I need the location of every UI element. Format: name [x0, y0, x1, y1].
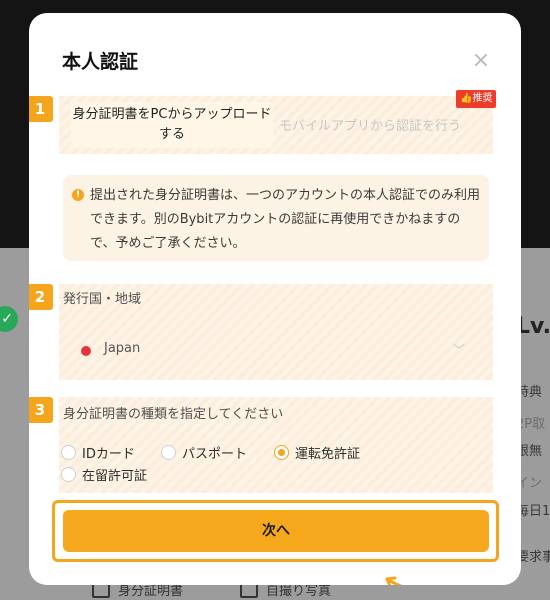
document-type-label: 身分証明書の種類を指定してください	[63, 407, 284, 422]
level-text: Lv.2	[516, 314, 550, 339]
modal-title: 本人認証	[62, 51, 139, 73]
step-1-number: 1	[29, 96, 53, 122]
tab-upload-pc[interactable]: 身分証明書をPCからアップロードする	[71, 102, 273, 148]
step-2-number: 2	[29, 284, 53, 310]
country-value: Japan	[104, 341, 141, 356]
close-icon[interactable]: ×	[469, 49, 493, 73]
country-section: 発行国・地域 Japan ﹀	[59, 284, 493, 380]
country-select[interactable]: Japan ﹀	[71, 328, 481, 372]
radio-circle-selected	[274, 445, 289, 460]
verification-modal: 本人認証 × 1 身分証明書をPCからアップロードする モバイルアプリから認証を…	[29, 13, 521, 585]
info-icon: !	[72, 189, 84, 201]
upload-method-tabs: 身分証明書をPCからアップロードする モバイルアプリから認証を行う	[59, 96, 493, 154]
chevron-down-icon: ﹀	[453, 343, 466, 357]
recommended-badge: 👍推奨	[456, 90, 497, 108]
notice-box: ! 提出された身分証明書は、一つのアカウントの本人認証でのみ利用できます。別のB…	[63, 175, 489, 261]
country-label: 発行国・地域	[63, 292, 142, 307]
radio-circle	[61, 445, 76, 460]
radio-drivers-license[interactable]: 運転免許証	[274, 443, 360, 462]
bg-line: 要求事	[516, 550, 550, 565]
tab-mobile-app[interactable]: モバイルアプリから認証を行う	[279, 115, 461, 134]
next-button[interactable]: 次へ	[63, 510, 489, 552]
radio-circle	[61, 467, 76, 482]
bg-line: 毎日10	[516, 504, 550, 519]
arrow-icon	[385, 576, 403, 585]
notice-text: 提出された身分証明書は、一つのアカウントの本人認証でのみ利用できます。別のByb…	[90, 188, 481, 251]
radio-id-card[interactable]: IDカード	[61, 443, 135, 462]
step-3-number: 3	[29, 397, 53, 423]
radio-passport[interactable]: パスポート	[161, 443, 247, 462]
flag-icon	[81, 346, 91, 356]
document-type-section: 身分証明書の種類を指定してください IDカード パスポート 運転免許証 在留許可…	[59, 397, 493, 493]
radio-residence-permit[interactable]: 在留許可証	[61, 465, 147, 484]
radio-circle	[161, 445, 176, 460]
thumbs-up-icon: 👍	[460, 93, 473, 104]
